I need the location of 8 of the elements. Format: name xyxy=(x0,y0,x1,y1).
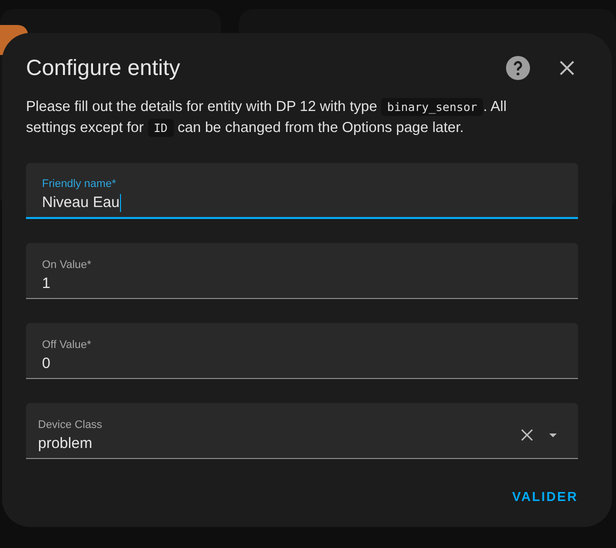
input-field[interactable]: On Value* 1 xyxy=(26,243,578,299)
dialog-title: Configure entity xyxy=(26,55,182,81)
description: Please fill out the details for entity with DP 12 with type binary_sensor . All settings except for ID can be changed from the Options page later. xyxy=(26,97,508,139)
select-field[interactable]: Device Class problem xyxy=(26,403,578,459)
help-icon[interactable] xyxy=(506,56,530,80)
input-field[interactable]: Off Value* 0 xyxy=(26,323,578,379)
submit-button[interactable]: VALIDER xyxy=(512,483,578,510)
input-field[interactable]: Friendly name* Niveau Eau xyxy=(26,163,578,219)
